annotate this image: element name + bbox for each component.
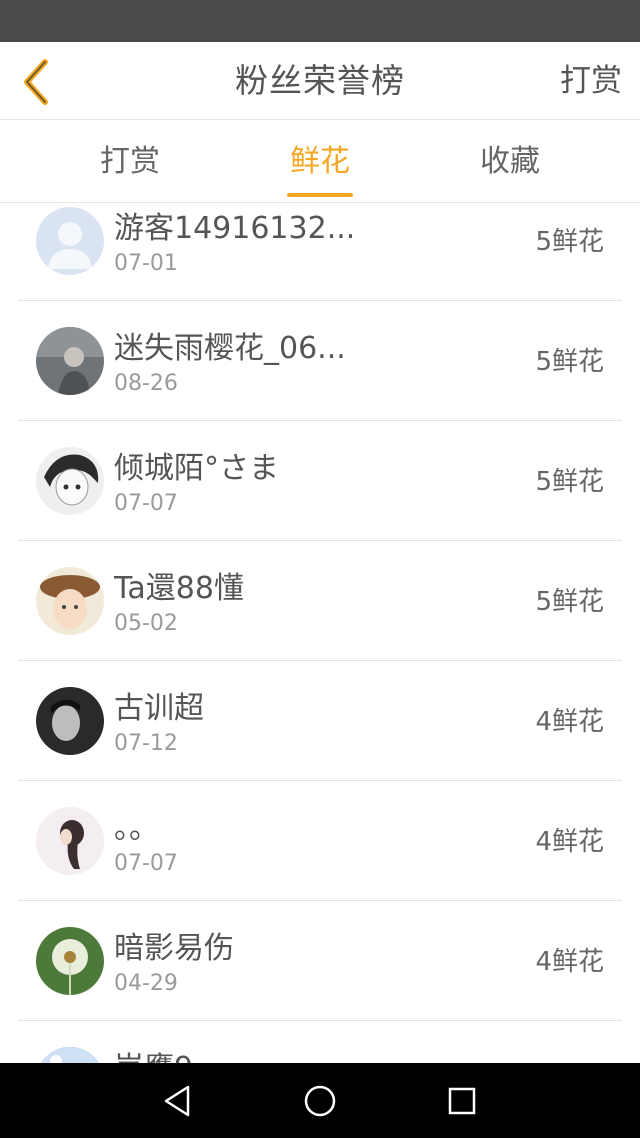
list-item[interactable]: Ta還88懂 05-02 5鲜花 bbox=[18, 541, 622, 661]
flower-count: 5鲜花 bbox=[535, 347, 604, 377]
fan-list[interactable]: 游客14916132... 07-01 5鲜花 迷失雨樱花_06... 08-2… bbox=[0, 203, 640, 1063]
flower-count: 5鲜花 bbox=[535, 227, 604, 257]
page-title: 粉丝荣誉榜 bbox=[235, 61, 405, 100]
avatar bbox=[36, 447, 104, 515]
fan-name: 倾城陌°さま bbox=[114, 451, 279, 486]
list-item[interactable]: 倾城陌°さま 07-07 5鲜花 bbox=[18, 421, 622, 541]
system-nav-bar bbox=[0, 1063, 640, 1138]
avatar bbox=[36, 687, 104, 755]
status-bar bbox=[0, 0, 640, 42]
tab-bar: 打赏 鲜花 收藏 bbox=[0, 121, 640, 203]
avatar-photo-icon bbox=[36, 687, 104, 755]
fan-name: 。。 bbox=[114, 811, 159, 846]
avatar-photo-icon bbox=[36, 327, 104, 395]
avatar-photo-icon bbox=[36, 567, 104, 635]
avatar-photo-icon bbox=[36, 1047, 104, 1063]
dandelion-icon bbox=[36, 927, 104, 995]
flower-count: 4鲜花 bbox=[535, 827, 604, 857]
flower-count: 5鲜花 bbox=[535, 587, 604, 617]
avatar bbox=[36, 807, 104, 875]
list-item[interactable]: 游客14916132... 07-01 5鲜花 bbox=[18, 203, 622, 301]
fan-date: 05-02 bbox=[114, 611, 178, 636]
fan-name: 游客14916132... bbox=[114, 211, 356, 246]
circle-home-icon bbox=[304, 1085, 336, 1117]
reward-button[interactable]: 打赏 bbox=[560, 42, 622, 120]
system-back-button[interactable] bbox=[158, 1081, 198, 1121]
flower-count: 4鲜花 bbox=[535, 707, 604, 737]
avatar bbox=[36, 567, 104, 635]
avatar bbox=[36, 927, 104, 995]
tab-flowers[interactable]: 鲜花 bbox=[250, 121, 390, 203]
fan-name: 迷失雨樱花_06... bbox=[114, 331, 346, 366]
system-recent-button[interactable] bbox=[442, 1081, 482, 1121]
fan-date: 07-12 bbox=[114, 731, 178, 756]
list-item[interactable]: 。。 07-07 4鲜花 bbox=[18, 781, 622, 901]
active-tab-indicator bbox=[287, 193, 353, 197]
avatar bbox=[36, 327, 104, 395]
avatar bbox=[36, 1047, 104, 1063]
list-item[interactable]: 岚鹰9 bbox=[18, 1021, 622, 1063]
fan-name: 暗影易伤 bbox=[114, 931, 234, 966]
fan-date: 04-29 bbox=[114, 971, 178, 996]
header: 粉丝荣誉榜 打赏 bbox=[0, 42, 640, 120]
flower-count: 5鲜花 bbox=[535, 467, 604, 497]
system-home-button[interactable] bbox=[300, 1081, 340, 1121]
default-user-icon bbox=[36, 207, 104, 275]
fan-date: 08-26 bbox=[114, 371, 178, 396]
avatar-photo-icon bbox=[36, 807, 104, 875]
avatar-anime-icon bbox=[36, 447, 104, 515]
square-recent-icon bbox=[448, 1087, 476, 1115]
flower-count: 4鲜花 bbox=[535, 947, 604, 977]
tab-favorites[interactable]: 收藏 bbox=[440, 121, 580, 203]
triangle-back-icon bbox=[164, 1085, 190, 1117]
fan-name: Ta還88懂 bbox=[114, 571, 244, 606]
tab-reward[interactable]: 打赏 bbox=[60, 121, 200, 203]
avatar bbox=[36, 207, 104, 275]
list-item[interactable]: 古训超 07-12 4鲜花 bbox=[18, 661, 622, 781]
list-item[interactable]: 迷失雨樱花_06... 08-26 5鲜花 bbox=[18, 301, 622, 421]
fan-date: 07-01 bbox=[114, 251, 178, 276]
fan-date: 07-07 bbox=[114, 491, 178, 516]
list-item[interactable]: 暗影易伤 04-29 4鲜花 bbox=[18, 901, 622, 1021]
fan-name: 古训超 bbox=[114, 691, 204, 726]
fan-date: 07-07 bbox=[114, 851, 178, 876]
fan-name: 岚鹰9 bbox=[114, 1043, 193, 1063]
